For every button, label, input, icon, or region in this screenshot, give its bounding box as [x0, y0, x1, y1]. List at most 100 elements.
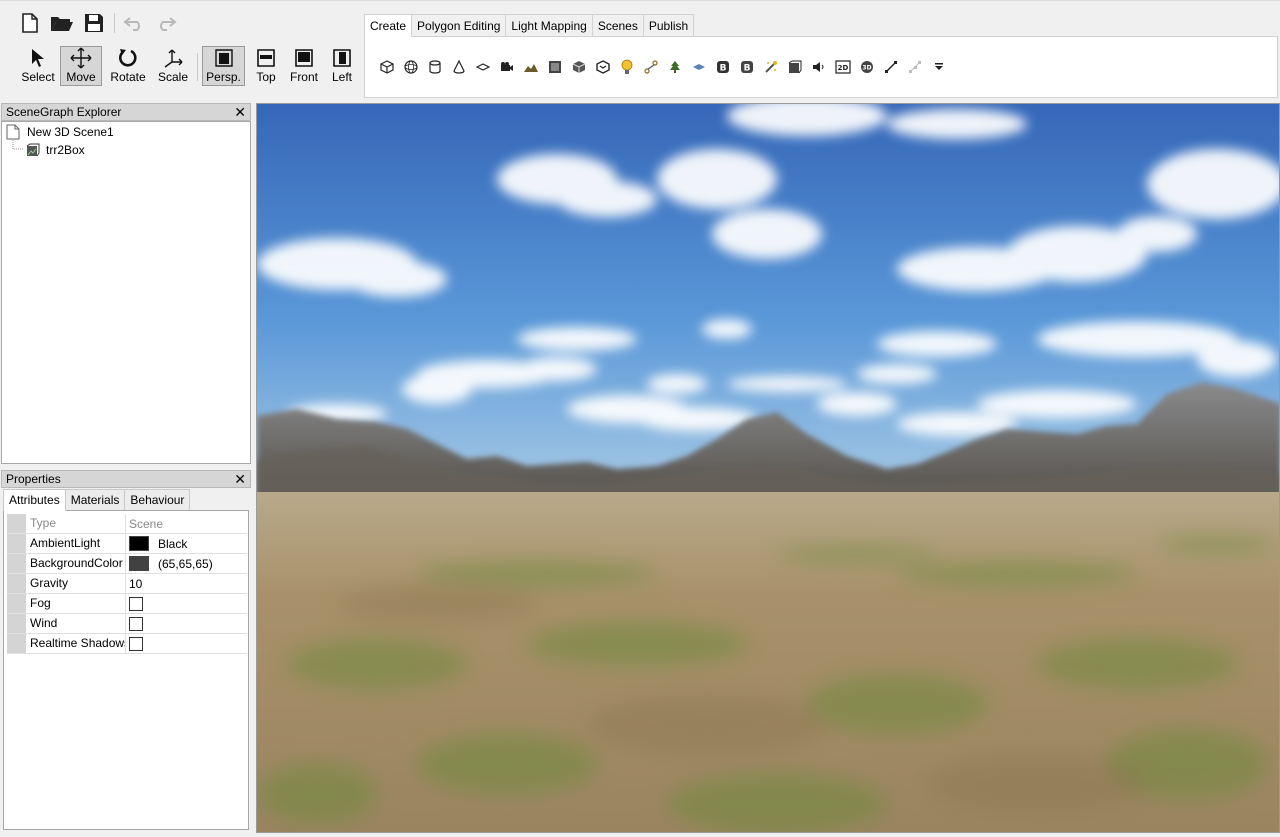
tab-publish[interactable]: Publish: [642, 14, 695, 36]
gravity-value[interactable]: 10: [126, 574, 247, 593]
tab-behaviour[interactable]: Behaviour: [124, 489, 191, 510]
tree-item-trr2box[interactable]: trr2Box: [26, 142, 85, 158]
move-tool-button[interactable]: Move: [60, 46, 102, 86]
scene-file-icon: [6, 124, 20, 140]
background-color-value[interactable]: (65,65,65): [126, 554, 247, 573]
open-folder-button[interactable]: [49, 10, 75, 36]
background-color-text: (65,65,65): [158, 556, 213, 571]
realtime-shadows-checkbox[interactable]: [129, 636, 143, 651]
create-ribbon: Create Polygon Editing Light Mapping Sce…: [364, 14, 1278, 98]
top-view-button[interactable]: Top: [250, 46, 282, 86]
property-row-wind[interactable]: Wind: [7, 614, 247, 634]
scale-tool-button[interactable]: Scale: [154, 46, 192, 86]
3d-viewport[interactable]: [256, 103, 1280, 833]
background-color-swatch[interactable]: [129, 556, 149, 571]
tree-item-label: New 3D Scene1: [27, 125, 114, 139]
property-row-background-color[interactable]: BackgroundColor (65,65,65): [7, 554, 247, 574]
save-icon: [85, 14, 103, 32]
3d-overlay-icon[interactable]: 3D: [855, 58, 879, 76]
save-button[interactable]: [81, 10, 107, 36]
box-icon[interactable]: [783, 58, 807, 76]
cylinder-icon[interactable]: [423, 58, 447, 76]
terrain-node-icon: [26, 143, 40, 157]
more-icon[interactable]: [927, 58, 951, 76]
wind-checkbox[interactable]: [129, 616, 143, 631]
scale-tool-label: Scale: [157, 70, 189, 84]
front-view-icon: [295, 49, 313, 67]
property-name: Gravity: [26, 574, 126, 593]
row-gutter: [7, 574, 26, 593]
property-name: Wind: [26, 614, 126, 633]
cone-icon[interactable]: [447, 58, 471, 76]
tree-icon[interactable]: [663, 58, 687, 76]
select-tool-button[interactable]: Select: [19, 46, 57, 86]
fog-checkbox[interactable]: [129, 596, 143, 611]
cube-icon[interactable]: [375, 58, 399, 76]
skybox-icon[interactable]: [543, 58, 567, 76]
camera-icon[interactable]: [495, 58, 519, 76]
tree-item-scene[interactable]: New 3D Scene1: [6, 124, 114, 140]
ambient-light-text: Black: [158, 536, 188, 551]
toolbar-separator: [114, 13, 115, 33]
tree-item-label: trr2Box: [46, 143, 85, 157]
new-file-button[interactable]: [17, 10, 43, 36]
nodes-icon[interactable]: [903, 58, 927, 76]
perspective-view-label: Persp.: [206, 70, 241, 84]
tab-create[interactable]: Create: [364, 14, 413, 37]
tab-scenes[interactable]: Scenes: [591, 14, 644, 36]
billboard-icon[interactable]: B: [711, 58, 735, 76]
left-view-button[interactable]: Left: [326, 46, 358, 86]
row-gutter: [7, 634, 26, 653]
row-gutter: [7, 594, 26, 613]
sound-icon[interactable]: [807, 58, 831, 76]
scene-render: [257, 104, 1279, 832]
water-icon[interactable]: [687, 58, 711, 76]
sphere-icon[interactable]: [399, 58, 423, 76]
perspective-view-button[interactable]: Persp.: [202, 46, 245, 86]
property-row-gravity[interactable]: Gravity 10: [7, 574, 247, 594]
move-tool-label: Move: [66, 70, 96, 84]
tab-polygon-editing[interactable]: Polygon Editing: [411, 14, 507, 36]
front-view-button[interactable]: Front: [285, 46, 323, 86]
property-row-ambient-light[interactable]: AmbientLight Black: [7, 534, 247, 554]
top-view-label: Top: [256, 70, 276, 84]
plane-icon[interactable]: [471, 58, 495, 76]
terrain-icon[interactable]: [519, 58, 543, 76]
property-row-fog[interactable]: Fog: [7, 594, 247, 614]
scenegraph-close-button[interactable]: ✕: [234, 104, 246, 120]
property-row-realtime-shadows[interactable]: Realtime Shadows: [7, 634, 247, 654]
properties-header: Properties ✕: [1, 470, 251, 488]
row-gutter: [7, 534, 26, 553]
line-icon[interactable]: [879, 58, 903, 76]
property-name: BackgroundColor: [26, 554, 126, 573]
create-icons-row: B B 2D 3D: [375, 58, 951, 76]
scenegraph-title: SceneGraph Explorer: [6, 105, 122, 119]
redo-button[interactable]: [153, 10, 179, 36]
ambient-light-value[interactable]: Black: [126, 534, 247, 553]
2d-overlay-icon[interactable]: 2D: [831, 58, 855, 76]
billboard-2-label: B: [744, 64, 751, 74]
scenegraph-tree: New 3D Scene1 trr2Box: [1, 121, 251, 464]
tab-attributes[interactable]: Attributes: [3, 489, 66, 511]
front-view-label: Front: [289, 70, 318, 84]
scenegraph-header: SceneGraph Explorer ✕: [1, 103, 251, 121]
3d-overlay-label: 3D: [862, 65, 871, 72]
mesh-import-icon[interactable]: [591, 58, 615, 76]
path-icon[interactable]: [639, 58, 663, 76]
rotate-tool-button[interactable]: Rotate: [107, 46, 149, 86]
folder-open-icon: [51, 17, 73, 31]
light-bulb-icon[interactable]: [615, 58, 639, 76]
particle-icon[interactable]: [759, 58, 783, 76]
scale-icon: [163, 49, 183, 68]
tab-light-mapping[interactable]: Light Mapping: [505, 14, 593, 36]
property-name: AmbientLight: [26, 534, 126, 553]
select-tool-label: Select: [21, 70, 55, 84]
new-file-icon: [22, 13, 38, 33]
undo-button[interactable]: [121, 10, 147, 36]
ambient-light-swatch[interactable]: [129, 536, 149, 551]
billboard-2-icon[interactable]: B: [735, 58, 759, 76]
rotate-tool-label: Rotate: [110, 70, 146, 84]
properties-close-button[interactable]: ✕: [234, 471, 246, 487]
tab-materials[interactable]: Materials: [64, 489, 126, 510]
mesh-icon[interactable]: [567, 58, 591, 76]
